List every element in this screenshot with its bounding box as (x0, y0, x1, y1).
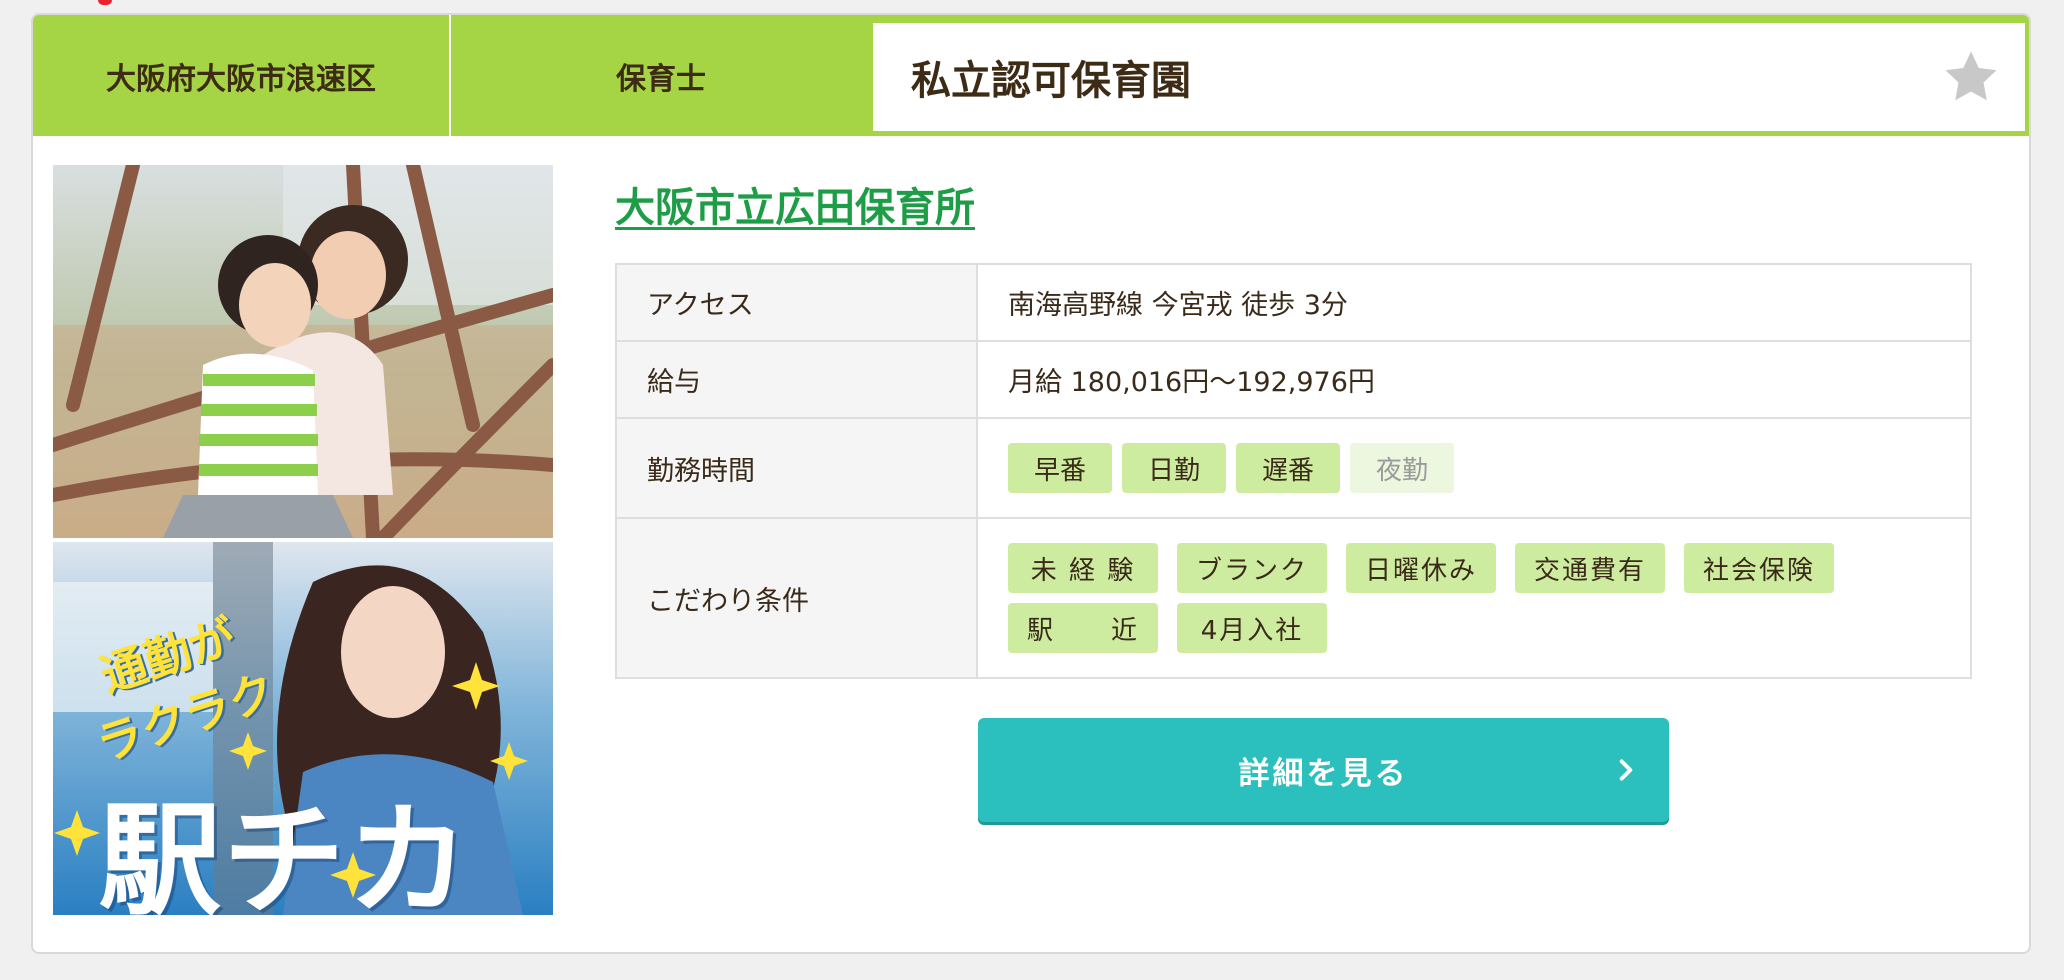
condition-tag: 社会保険 (1684, 543, 1834, 593)
hours-tag-day: 日勤 (1122, 443, 1227, 493)
banner-big-text: 駅チカ (99, 790, 471, 915)
chevron-right-icon (1613, 757, 1639, 783)
area-label: 大阪府大阪市浪速区 (33, 15, 451, 136)
playground-photo (53, 165, 553, 538)
hours-tag-night: 夜勤 (1350, 443, 1455, 493)
condition-tag: 日曜休み (1346, 543, 1496, 593)
view-details-label: 詳細を見る (1238, 755, 1409, 792)
condition-tag: ブランク (1177, 543, 1327, 593)
table-row: こだわり条件 未 経 験 ブランク 日曜休み 交通費有 社会保険 駅 近 4月入… (615, 517, 1972, 679)
conditions-label: こだわり条件 (615, 517, 978, 679)
job-card: 大阪府大阪市浪速区 保育士 私立認可保育園 通勤が ラクラク 駅チカ 大阪市立広… (31, 13, 2031, 954)
star-icon[interactable] (1941, 47, 2001, 107)
condition-tag: 駅 近 (1008, 603, 1158, 653)
station-banner: 通勤が ラクラク 駅チカ (53, 542, 553, 915)
hours-tag-late: 遅番 (1236, 443, 1341, 493)
table-row: 勤務時間 早番 日勤 遅番 夜勤 (615, 417, 1972, 519)
table-row: アクセス 南海高野線 今宮戎 徒歩 3分 (615, 263, 1972, 342)
condition-tags: 未 経 験 ブランク 日曜休み 交通費有 社会保険 駅 近 4月入社 (1008, 543, 1878, 653)
condition-tag: 未 経 験 (1008, 543, 1158, 593)
hours-tags: 早番 日勤 遅番 夜勤 (1008, 443, 1970, 493)
facility-type-label: 私立認可保育園 (911, 58, 1191, 104)
salary-value: 月給 180,016円〜192,976円 (976, 340, 1972, 419)
info-table: アクセス 南海高野線 今宮戎 徒歩 3分 給与 月給 180,016円〜192,… (615, 263, 1972, 679)
red-marker (98, 0, 112, 5)
view-details-button[interactable]: 詳細を見る (978, 718, 1669, 822)
table-row: 給与 月給 180,016円〜192,976円 (615, 340, 1972, 419)
salary-label: 給与 (615, 340, 978, 419)
facility-type-panel: 私立認可保育園 (873, 23, 2025, 131)
facility-name-link[interactable]: 大阪市立広田保育所 (615, 175, 975, 233)
access-value: 南海高野線 今宮戎 徒歩 3分 (976, 263, 1972, 342)
job-label: 保育士 (616, 61, 706, 97)
condition-tag: 4月入社 (1177, 603, 1327, 653)
access-label: アクセス (615, 263, 978, 342)
conditions-cell: 未 経 験 ブランク 日曜休み 交通費有 社会保険 駅 近 4月入社 (976, 517, 1972, 679)
hours-label: 勤務時間 (615, 417, 978, 519)
hours-tag-early: 早番 (1008, 443, 1113, 493)
condition-tag: 交通費有 (1515, 543, 1665, 593)
hours-cell: 早番 日勤 遅番 夜勤 (976, 417, 1972, 519)
